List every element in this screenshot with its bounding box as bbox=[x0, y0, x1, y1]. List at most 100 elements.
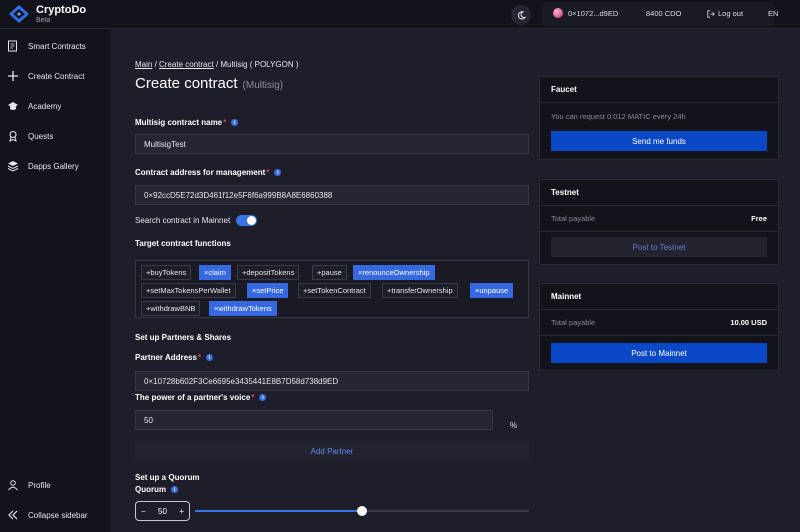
page-subtitle: (Multisig) bbox=[242, 80, 284, 91]
required-mark: * bbox=[223, 118, 227, 127]
function-tag[interactable]: +depositTokens bbox=[237, 265, 300, 280]
quorum-slider[interactable] bbox=[195, 506, 529, 516]
label-text: Quorum bbox=[135, 485, 167, 494]
search-mainnet-toggle[interactable] bbox=[236, 215, 258, 226]
info-icon[interactable]: i bbox=[274, 169, 282, 176]
function-tag-selected[interactable]: ×claim bbox=[199, 265, 231, 280]
sidebar-item-create-contract[interactable]: Create Contract bbox=[6, 69, 84, 83]
functions-select[interactable]: +buyTokens ×claim +depositTokens +pause … bbox=[135, 260, 529, 318]
wallet-address-text: 0×1072...d9ED bbox=[568, 8, 619, 18]
function-tag-selected[interactable]: ×withdrawTokens bbox=[209, 301, 277, 316]
plus-icon bbox=[6, 69, 20, 83]
testnet-card: Testnet Total payable Free Post to Testn… bbox=[539, 179, 779, 265]
collapse-sidebar-button[interactable]: Collapse sidebar bbox=[6, 508, 88, 522]
sidebar: Smart Contracts Create Contract Academy … bbox=[0, 29, 110, 532]
label-text: Multisig contract name bbox=[135, 118, 223, 127]
sidebar-item-smart-contracts[interactable]: Smart Contracts bbox=[6, 39, 86, 53]
breadcrumb-link-create[interactable]: Create contract bbox=[159, 60, 214, 69]
quorum-section-title: Set up a Quorum bbox=[135, 473, 200, 482]
info-icon[interactable]: i bbox=[259, 394, 267, 401]
quorum-stepper[interactable]: − 50 + bbox=[135, 501, 190, 521]
page-title: Create contract (Multisig) bbox=[135, 75, 283, 92]
required-mark: * bbox=[251, 393, 255, 402]
function-tag-selected[interactable]: ×unpause bbox=[470, 283, 514, 298]
contract-name-input[interactable]: MultisigTest bbox=[135, 134, 529, 154]
required-mark: * bbox=[266, 168, 270, 177]
label-text: The power of a partner's voice bbox=[135, 393, 251, 402]
logout-button[interactable]: Log out bbox=[707, 9, 743, 18]
voice-power-label: The power of a partner's voice * i bbox=[135, 393, 267, 402]
faucet-card: Faucet You can request 0.012 MATIC every… bbox=[539, 76, 779, 160]
quorum-label: Quorum i bbox=[135, 485, 179, 494]
info-icon[interactable]: i bbox=[171, 486, 179, 493]
language-select[interactable]: EN bbox=[768, 9, 778, 18]
sidebar-item-label: Smart Contracts bbox=[28, 41, 86, 51]
faucet-text: You can request 0.012 MATIC every 24h bbox=[551, 111, 686, 121]
academy-icon bbox=[6, 99, 20, 113]
payable-label: Total payable bbox=[551, 214, 596, 223]
sidebar-item-label: Collapse sidebar bbox=[28, 510, 88, 520]
theme-toggle-button[interactable] bbox=[511, 5, 531, 25]
stepper-minus-button[interactable]: − bbox=[141, 507, 146, 516]
main-content: Main / Create contract / Multisig ( POLY… bbox=[110, 29, 800, 532]
logo[interactable]: CryptoDo Beta bbox=[8, 4, 86, 24]
breadcrumb-link-main[interactable]: Main bbox=[135, 60, 152, 69]
sidebar-item-profile[interactable]: Profile bbox=[6, 478, 51, 492]
testnet-payable-row: Total payable Free bbox=[540, 206, 778, 232]
partner-address-label: Partner Address * i bbox=[135, 353, 214, 362]
sidebar-item-dapps-gallery[interactable]: Dapps Gallery bbox=[6, 159, 79, 173]
function-tag[interactable]: +buyTokens bbox=[141, 265, 192, 280]
sidebar-item-quests[interactable]: Quests bbox=[6, 129, 53, 143]
contract-name-label: Multisig contract name * i bbox=[135, 118, 239, 127]
faucet-title: Faucet bbox=[540, 77, 778, 103]
sidebar-item-academy[interactable]: Academy bbox=[6, 99, 61, 113]
double-chevron-left-icon bbox=[6, 508, 20, 522]
quorum-value: 50 bbox=[158, 506, 167, 516]
slider-fill bbox=[195, 510, 362, 512]
logo-name: CryptoDo bbox=[36, 3, 87, 16]
mainnet-payable-row: Total payable 10.00 USD bbox=[540, 310, 778, 336]
contract-icon bbox=[6, 39, 20, 53]
function-tag[interactable]: +transferOwnership bbox=[382, 283, 458, 298]
top-bar: CryptoDo Beta 0×1072...d9ED 8400 CDO Log… bbox=[0, 0, 800, 29]
testnet-title: Testnet bbox=[540, 180, 778, 206]
post-mainnet-button[interactable]: Post to Mainnet bbox=[551, 343, 767, 363]
function-tag[interactable]: +setTokenContract bbox=[298, 283, 371, 298]
payable-value: Free bbox=[751, 214, 767, 223]
sidebar-item-label: Create Contract bbox=[28, 71, 85, 81]
user-icon bbox=[6, 478, 20, 492]
voice-power-input[interactable]: 50 bbox=[135, 410, 493, 430]
send-funds-button[interactable]: Send me funds bbox=[551, 131, 767, 151]
function-tag-selected[interactable]: ×setPrice bbox=[247, 283, 289, 298]
stepper-plus-button[interactable]: + bbox=[179, 507, 184, 516]
contract-address-input[interactable]: 0×92ccD5E72d3D461f12e5F6f6a999B8A8E68603… bbox=[135, 185, 529, 205]
logout-icon bbox=[707, 9, 715, 18]
quests-icon bbox=[6, 129, 20, 143]
breadcrumb: Main / Create contract / Multisig ( POLY… bbox=[135, 60, 298, 69]
wallet-address[interactable]: 0×1072...d9ED bbox=[553, 8, 618, 18]
post-testnet-button[interactable]: Post to Testnet bbox=[551, 237, 767, 257]
sidebar-item-label: Academy bbox=[28, 101, 62, 111]
breadcrumb-separator: / bbox=[152, 60, 160, 69]
function-tag[interactable]: +setMaxTokensPerWallet bbox=[141, 283, 236, 298]
info-icon[interactable]: i bbox=[231, 119, 239, 126]
moon-icon bbox=[517, 10, 526, 19]
logo-icon bbox=[9, 5, 29, 23]
slider-thumb[interactable] bbox=[357, 506, 367, 516]
info-icon[interactable]: i bbox=[206, 354, 214, 361]
function-tag-selected[interactable]: ×renounceOwnership bbox=[353, 265, 435, 280]
target-functions-label: Target contract functions bbox=[135, 239, 231, 248]
label-text: Contract address for management bbox=[135, 168, 266, 177]
wallet-avatar-icon bbox=[553, 8, 563, 18]
function-tag[interactable]: +pause bbox=[312, 265, 347, 280]
add-partner-button[interactable]: Add Partner bbox=[135, 441, 529, 461]
function-tag[interactable]: +withdrawBNB bbox=[141, 301, 201, 316]
search-mainnet-row: Search contract in Mainnet bbox=[135, 215, 258, 226]
mainnet-card: Mainnet Total payable 10.00 USD Post to … bbox=[539, 283, 779, 371]
beta-badge: Beta bbox=[36, 16, 51, 24]
label-text: Partner Address bbox=[135, 353, 197, 362]
gallery-icon bbox=[6, 159, 20, 173]
partner-address-input[interactable]: 0×10728b602F3Ce6695e3435441E8B7D58d738d9… bbox=[135, 371, 529, 391]
page-title-text: Create contract bbox=[135, 75, 238, 92]
logout-label: Log out bbox=[718, 9, 744, 18]
